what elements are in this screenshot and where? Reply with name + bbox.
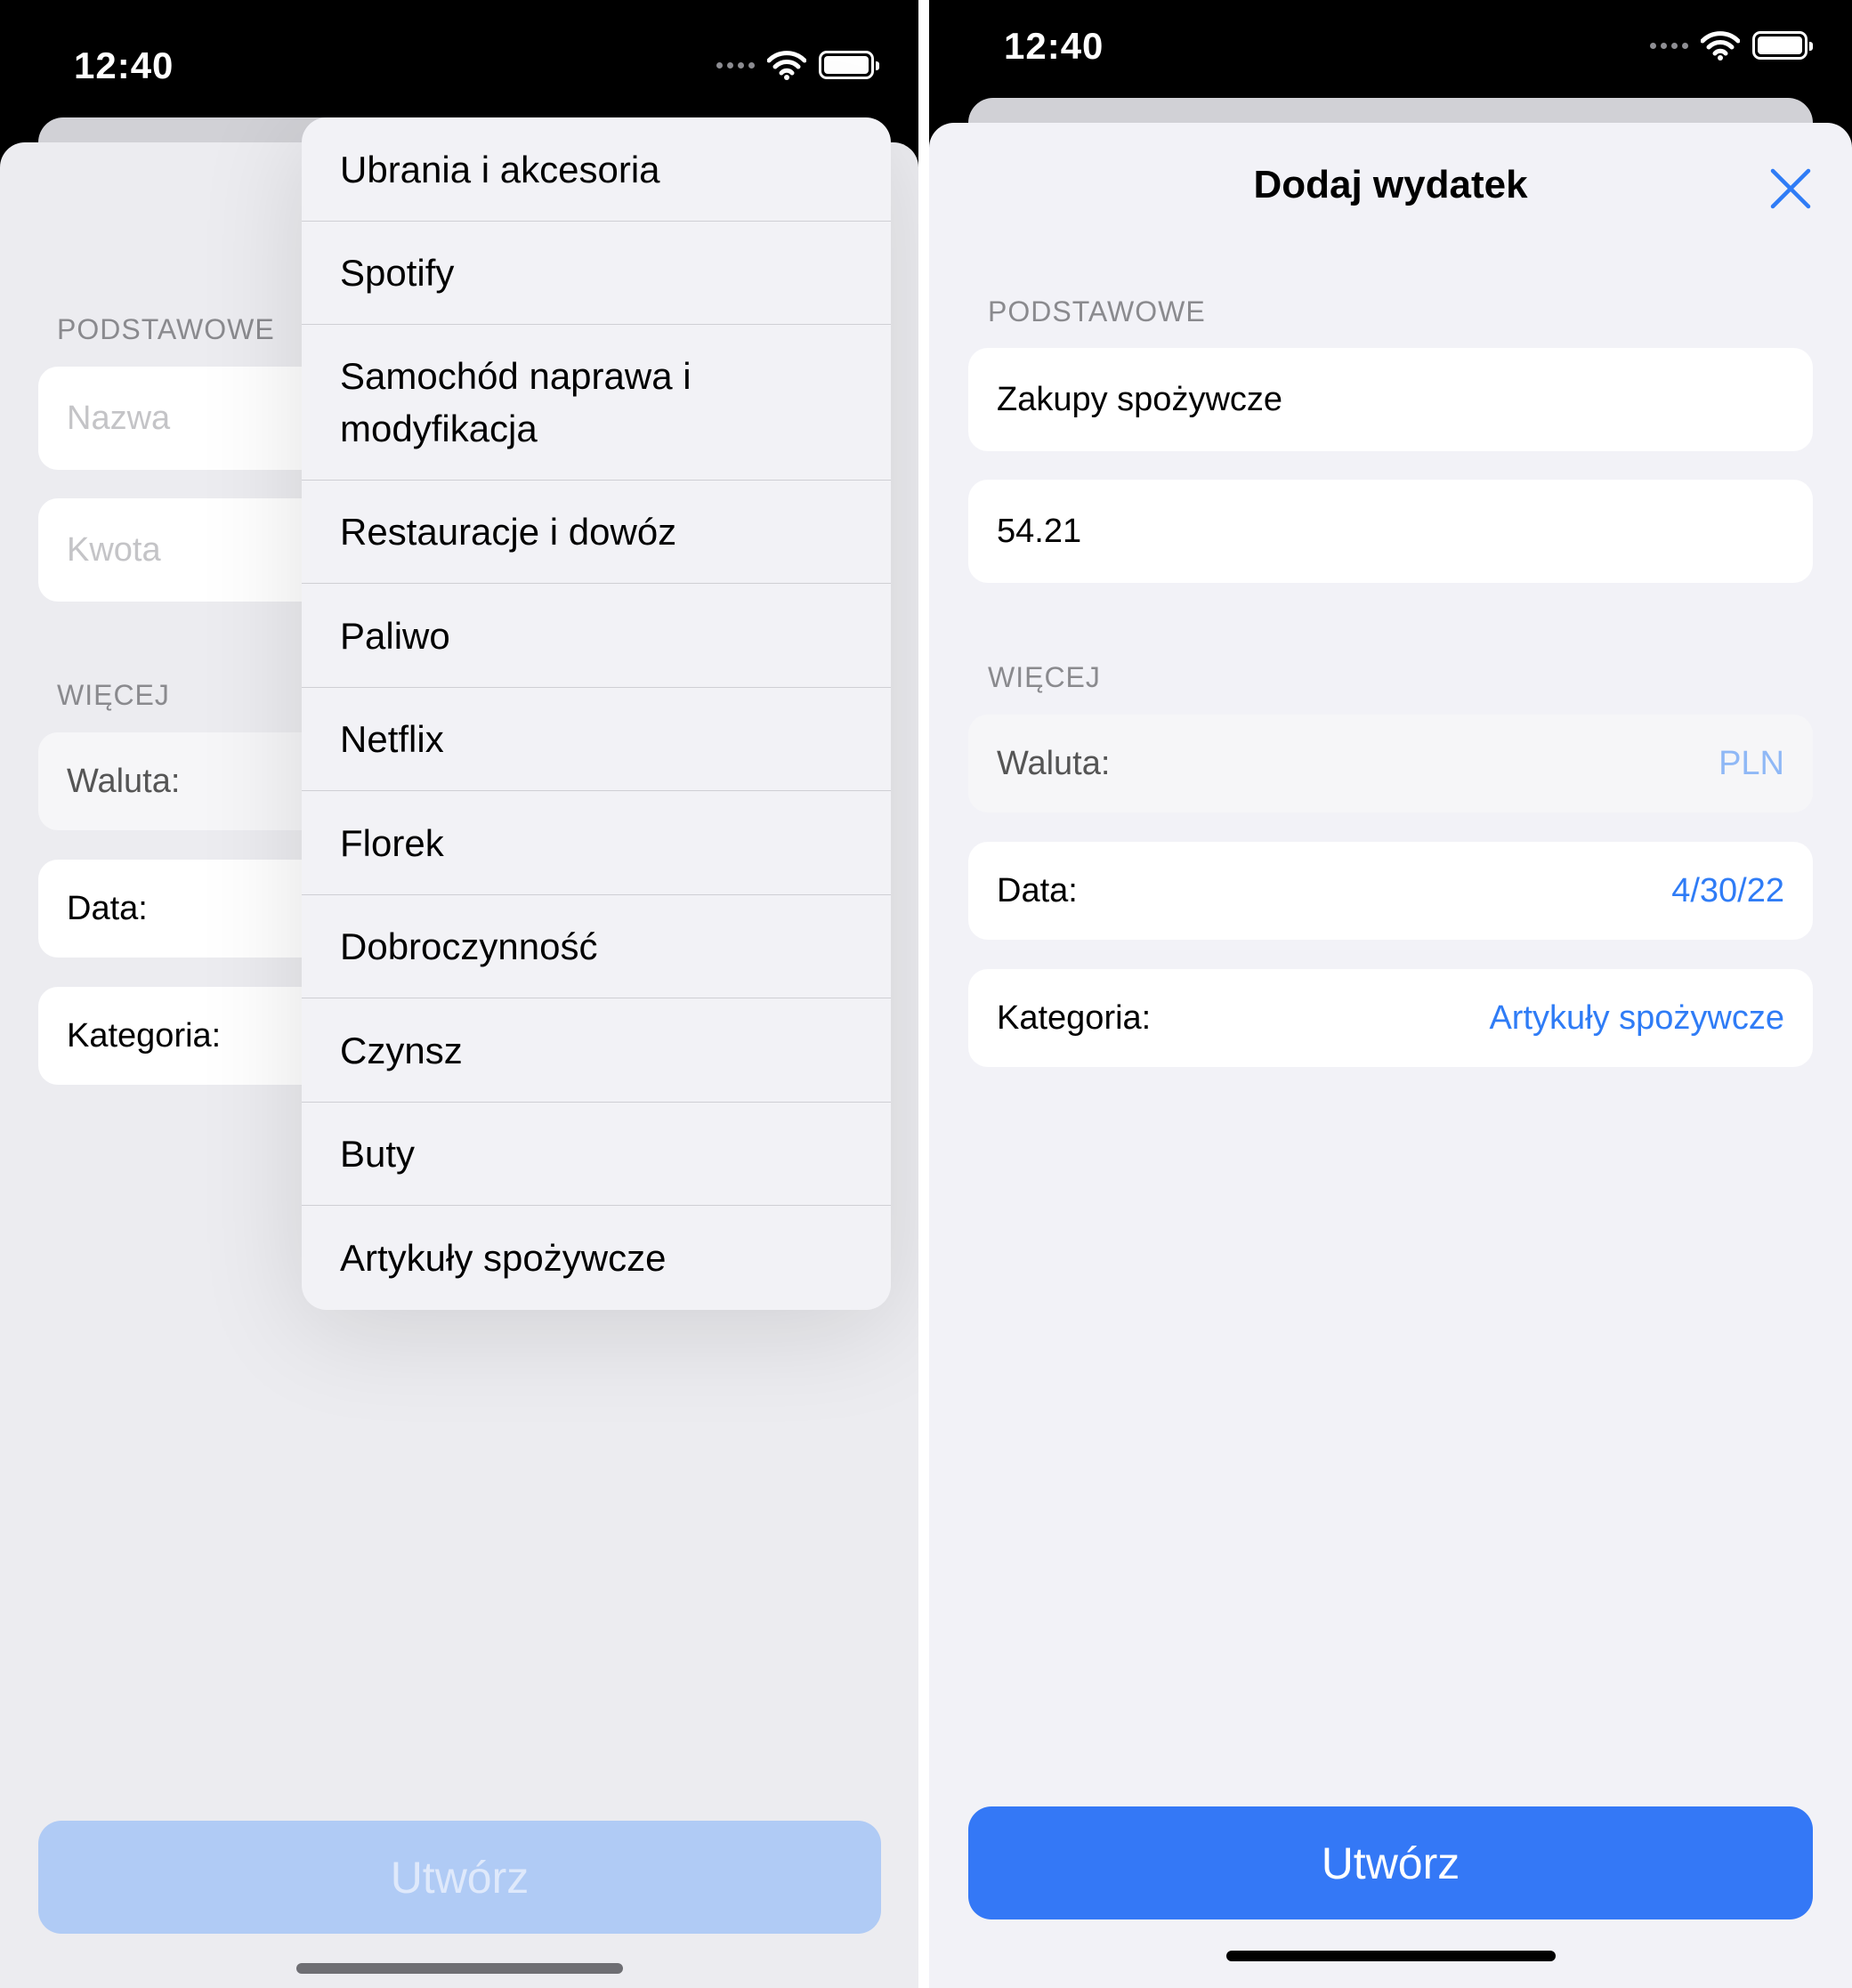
sheet-title: Dodaj wydatek — [1253, 163, 1528, 206]
menu-item[interactable]: Florek — [302, 791, 891, 895]
menu-item[interactable]: Czynsz — [302, 998, 891, 1103]
amount-field[interactable]: 54.21 — [968, 480, 1813, 583]
menu-item[interactable]: Spotify — [302, 222, 891, 325]
wifi-icon — [767, 51, 806, 80]
status-icons — [716, 50, 879, 80]
home-indicator — [1226, 1951, 1556, 1961]
cellular-signal-icon — [1650, 42, 1688, 49]
date-label: Data: — [67, 889, 148, 927]
category-row[interactable]: Kategoria: Artykuły spożywcze — [968, 969, 1813, 1067]
amount-value: 54.21 — [997, 512, 1082, 550]
section-header-basic: PODSTAWOWE — [988, 295, 1206, 327]
status-bar: 12:40 — [0, 0, 918, 116]
cellular-signal-icon — [716, 61, 755, 69]
name-field[interactable]: Zakupy spożywcze — [968, 348, 1813, 451]
date-value[interactable]: 4/30/22 — [1671, 872, 1784, 910]
section-header-basic: PODSTAWOWE — [57, 313, 275, 345]
status-time: 12:40 — [1004, 25, 1104, 67]
section-header-more: WIĘCEJ — [988, 661, 1101, 693]
currency-value: PLN — [1719, 744, 1784, 782]
battery-icon — [819, 51, 879, 79]
category-label: Kategoria: — [997, 998, 1152, 1037]
menu-item[interactable]: Restauracje i dowóz — [302, 481, 891, 584]
category-value[interactable]: Artykuły spożywcze — [1489, 999, 1784, 1038]
right-phone-screen: 12:40 Dodaj wydatek PODSTAWOWE Zakupy sp… — [929, 0, 1852, 1988]
currency-label: Waluta: — [997, 744, 1111, 782]
wifi-icon — [1701, 31, 1740, 61]
menu-item[interactable]: Paliwo — [302, 584, 891, 688]
currency-row[interactable]: Waluta: PLN — [968, 715, 1813, 812]
close-icon[interactable] — [1769, 167, 1812, 210]
menu-item[interactable]: Netflix — [302, 688, 891, 791]
menu-item[interactable]: Artykuły spożywcze — [302, 1206, 891, 1310]
status-icons — [1650, 30, 1813, 61]
currency-label: Waluta: — [67, 762, 181, 800]
category-dropdown-menu: Ubrania i akcesoria Spotify Samochód nap… — [302, 117, 891, 1310]
menu-item[interactable]: Ubrania i akcesoria — [302, 117, 891, 222]
name-value: Zakupy spożywcze — [997, 380, 1283, 418]
home-indicator — [296, 1963, 623, 1974]
add-expense-sheet: Dodaj wydatek PODSTAWOWE Zakupy spożywcz… — [929, 123, 1852, 1988]
menu-item[interactable]: Dobroczynność — [302, 895, 891, 998]
create-button[interactable]: Utwórz — [968, 1806, 1813, 1919]
create-button-disabled[interactable]: Utwórz — [38, 1821, 881, 1934]
menu-item[interactable]: Samochód naprawa i modyfikacja — [302, 325, 891, 481]
left-phone-screen: 12:40 PODSTAWOWE Nazwa Kwota WIĘCEJ Walu… — [0, 0, 918, 1988]
amount-placeholder: Kwota — [67, 530, 161, 569]
battery-icon — [1752, 31, 1813, 60]
screenshot-divider — [918, 0, 929, 1988]
date-label: Data: — [997, 871, 1078, 909]
category-label: Kategoria: — [67, 1016, 222, 1055]
section-header-more: WIĘCEJ — [57, 679, 170, 711]
status-time: 12:40 — [74, 44, 174, 86]
name-placeholder: Nazwa — [67, 399, 171, 437]
menu-item[interactable]: Buty — [302, 1103, 891, 1206]
date-row[interactable]: Data: 4/30/22 — [968, 842, 1813, 940]
